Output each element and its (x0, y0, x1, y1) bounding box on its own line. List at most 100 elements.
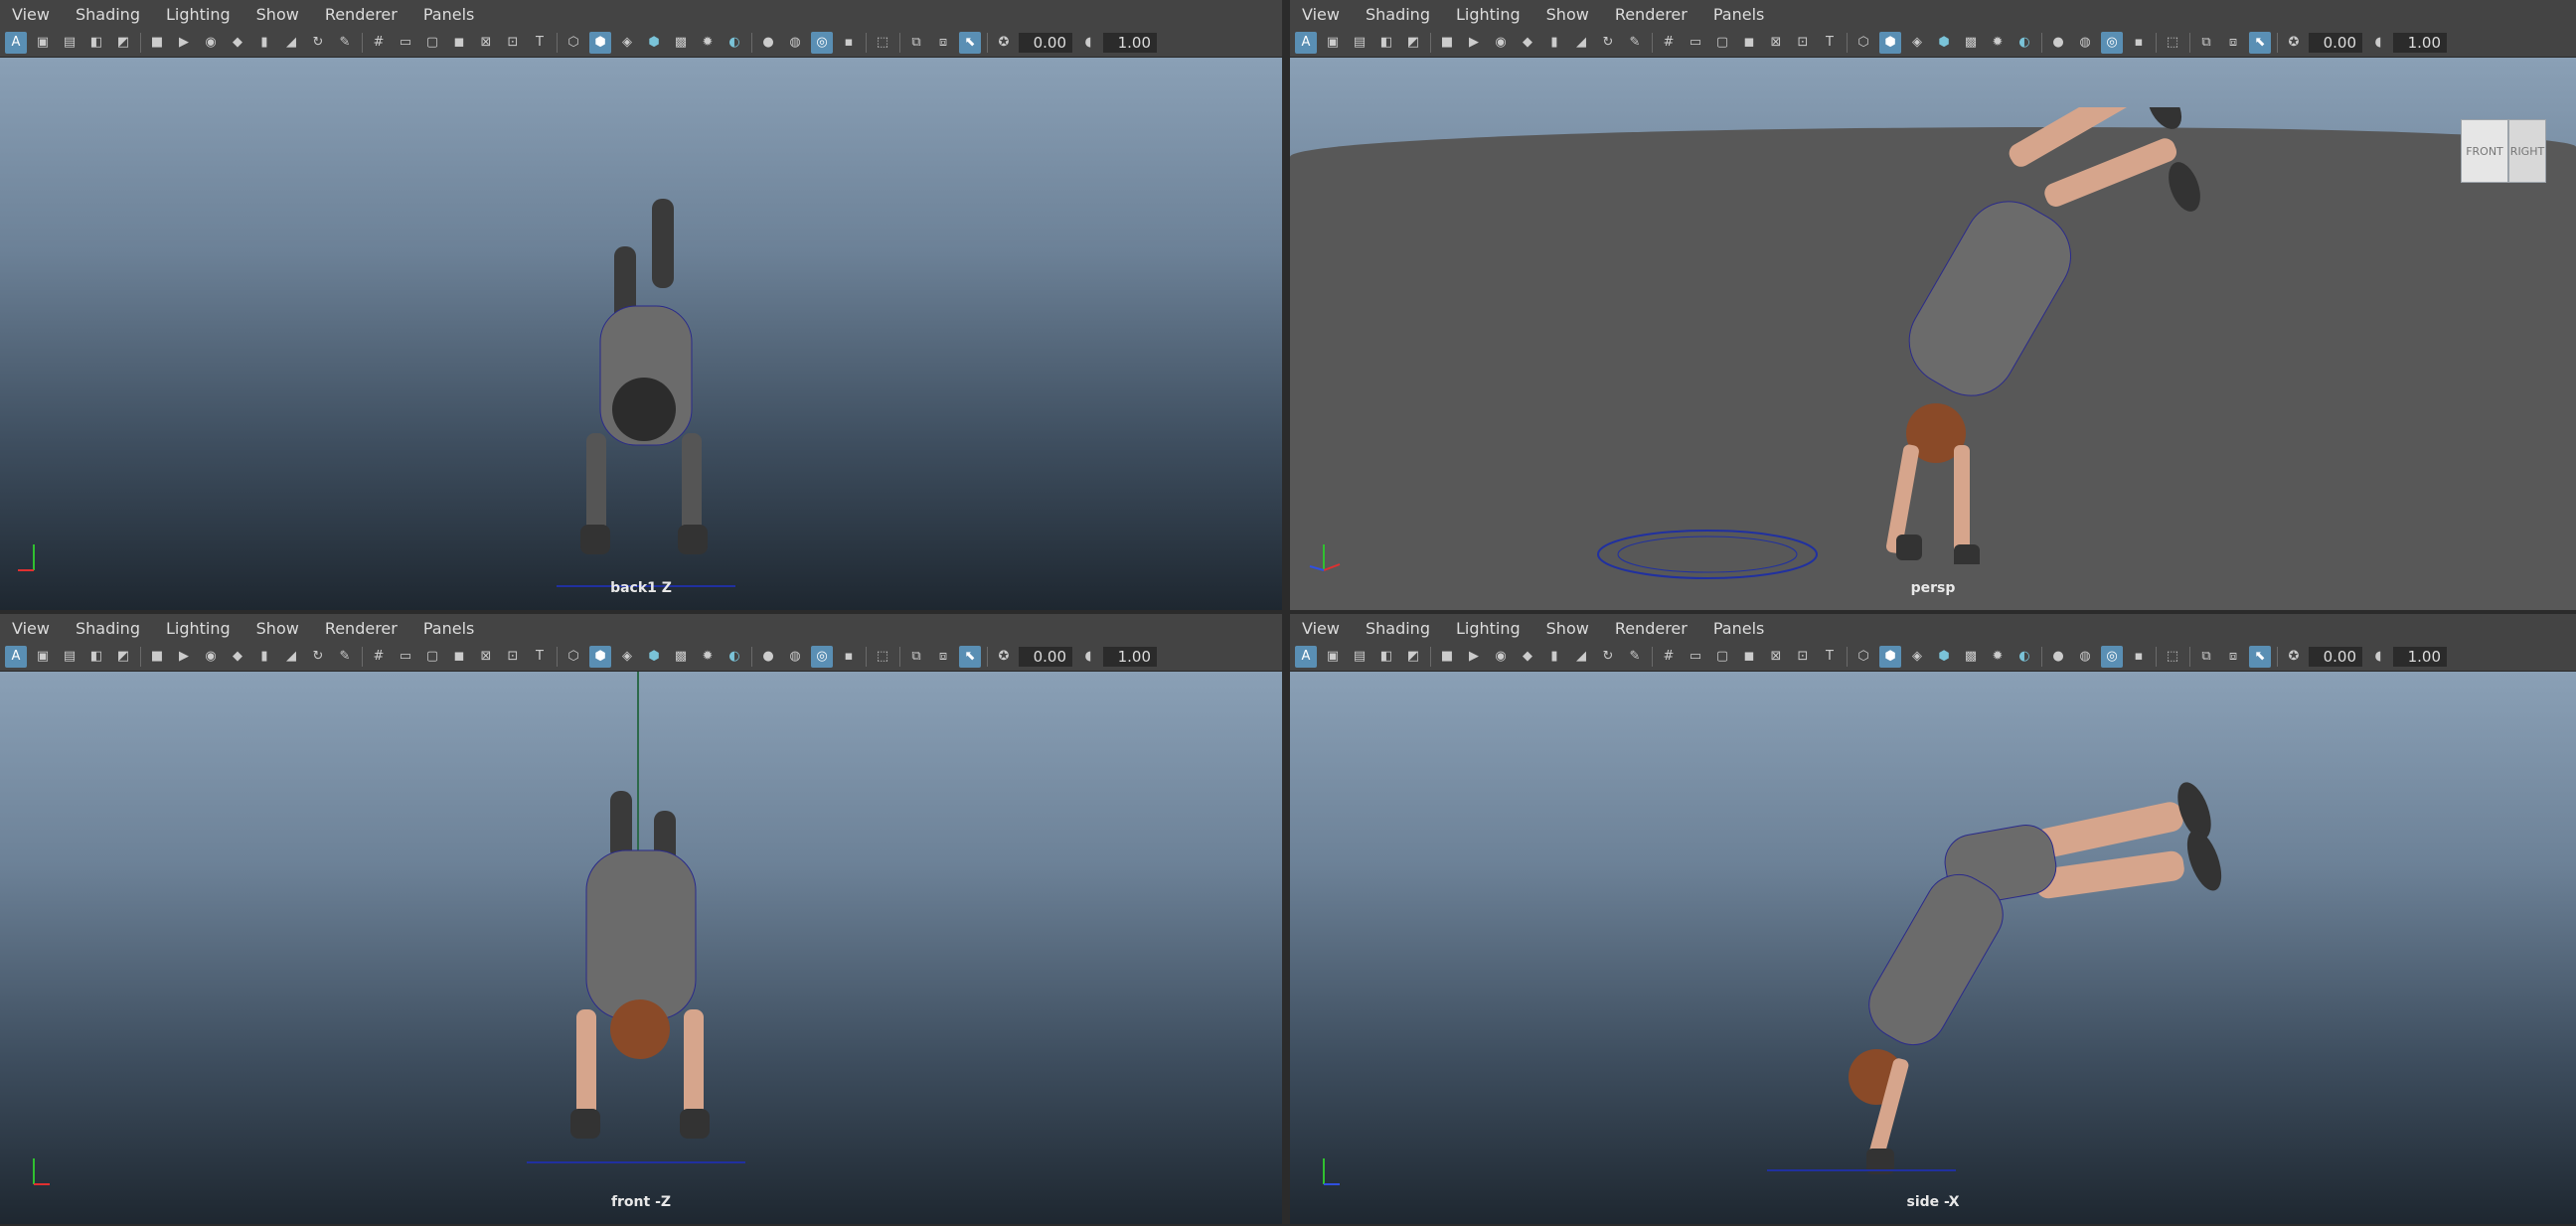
film-gate-icon[interactable]: ▭ (1685, 32, 1706, 54)
camera-icon[interactable]: ■ (146, 32, 168, 54)
gamma-icon[interactable]: ◖ (2367, 646, 2389, 668)
exposure-icon[interactable]: ✪ (2283, 32, 2305, 54)
light-icon[interactable]: ✹ (697, 32, 719, 54)
bookmark-icon[interactable]: ▤ (59, 646, 80, 668)
bookmark-icon[interactable]: ▤ (59, 32, 80, 54)
frame-icon[interactable]: ▣ (1322, 32, 1344, 54)
gamma-field[interactable]: 1.00 (1103, 646, 1157, 667)
exposure-field[interactable]: 0.00 (2309, 32, 2362, 53)
select-camera-icon[interactable]: A (1295, 645, 1317, 668)
bookmark-icon[interactable]: ▤ (1349, 646, 1370, 668)
isolate-icon[interactable]: ⬚ (2162, 32, 2183, 54)
menu-renderer[interactable]: Renderer (313, 619, 411, 638)
character-figure[interactable] (527, 672, 745, 1168)
menu-lighting[interactable]: Lighting (1444, 5, 1534, 24)
lock-camera-icon[interactable]: ◩ (112, 32, 134, 54)
safe-title-icon[interactable]: T (1819, 646, 1841, 668)
anti-alias-icon[interactable]: ◎ (2101, 31, 2123, 54)
grid-icon[interactable]: # (1658, 646, 1680, 668)
pencil-icon[interactable]: ✎ (334, 646, 356, 668)
xray-icon[interactable]: ▩ (670, 646, 692, 668)
camera-attributes-icon[interactable]: ▶ (173, 646, 195, 668)
gamma-field[interactable]: 1.00 (1103, 32, 1157, 53)
frame-icon[interactable]: ▣ (32, 32, 54, 54)
resolution-gate-icon[interactable]: ▢ (421, 646, 443, 668)
grease-pencil-icon[interactable]: ◆ (1517, 646, 1538, 668)
xray-icon[interactable]: ▩ (670, 32, 692, 54)
motion-blur-icon[interactable]: ◍ (784, 646, 806, 668)
xray-icon[interactable]: ▩ (1960, 32, 1982, 54)
exposure-field[interactable]: 0.00 (2309, 646, 2362, 667)
light-icon[interactable]: ✹ (1987, 32, 2009, 54)
isolate-icon[interactable]: ⬚ (872, 32, 893, 54)
2d-pan-icon[interactable]: ◉ (1490, 32, 1512, 54)
bookmark-flag-icon[interactable]: ▮ (253, 32, 275, 54)
resolution-gate-icon[interactable]: ▢ (421, 32, 443, 54)
2d-pan-icon[interactable]: ◉ (1490, 646, 1512, 668)
orbit-icon[interactable]: ↻ (307, 32, 329, 54)
shaded-cube-icon[interactable]: ⬢ (589, 645, 611, 668)
xray-joints-icon[interactable]: ⧉ (2195, 32, 2217, 54)
depth-of-field-icon[interactable]: ▪ (838, 646, 860, 668)
light-icon[interactable]: ✹ (1987, 646, 2009, 668)
wireframe-icon[interactable]: ⬡ (563, 646, 584, 668)
bookmark-flag-icon[interactable]: ▮ (1543, 646, 1565, 668)
bookmark-flag-icon[interactable]: ▮ (253, 646, 275, 668)
menu-lighting[interactable]: Lighting (154, 619, 244, 638)
safe-title-icon[interactable]: T (529, 646, 551, 668)
light-icon[interactable]: ✹ (697, 646, 719, 668)
select-camera-icon[interactable]: A (1295, 31, 1317, 54)
select-tool-icon[interactable]: ⬉ (2249, 31, 2271, 54)
xray-joints-icon[interactable]: ⧉ (2195, 646, 2217, 668)
screen-space-ao-icon[interactable]: ● (2047, 32, 2069, 54)
depth-of-field-icon[interactable]: ▪ (2128, 646, 2150, 668)
pencil-icon[interactable]: ✎ (334, 32, 356, 54)
safe-action-icon[interactable]: ⊡ (502, 32, 524, 54)
image-plane-icon[interactable]: ◧ (85, 32, 107, 54)
motion-blur-icon[interactable]: ◍ (2074, 646, 2096, 668)
orbit-icon[interactable]: ↻ (1597, 32, 1619, 54)
menu-renderer[interactable]: Renderer (313, 5, 411, 24)
motion-trail-icon[interactable]: ◢ (280, 646, 302, 668)
exposure-field[interactable]: 0.00 (1019, 646, 1072, 667)
gate-mask-icon[interactable]: ◼ (1738, 32, 1760, 54)
textured-icon[interactable]: ⬢ (643, 646, 665, 668)
wireframe-on-shaded-icon[interactable]: ◈ (1906, 32, 1928, 54)
safe-title-icon[interactable]: T (1819, 32, 1841, 54)
menu-renderer[interactable]: Renderer (1603, 619, 1701, 638)
view-cube-right-face[interactable]: RIGHT (2508, 119, 2546, 183)
shaded-cube-icon[interactable]: ⬢ (589, 31, 611, 54)
menu-panels[interactable]: Panels (411, 619, 489, 638)
menu-shading[interactable]: Shading (1354, 5, 1444, 24)
select-tool-icon[interactable]: ⬉ (959, 645, 981, 668)
anti-alias-icon[interactable]: ◎ (2101, 645, 2123, 668)
character-figure[interactable] (557, 187, 735, 604)
camera-attributes-icon[interactable]: ▶ (173, 32, 195, 54)
xray-active-icon[interactable]: ⧈ (932, 32, 954, 54)
viewport-canvas[interactable]: FRONT RIGHT persp (1290, 58, 2576, 610)
shaded-cube-icon[interactable]: ⬢ (1879, 31, 1901, 54)
menu-show[interactable]: Show (244, 5, 313, 24)
viewport-canvas[interactable]: side -X (1290, 672, 2576, 1224)
select-camera-icon[interactable]: A (5, 31, 27, 54)
xray-active-icon[interactable]: ⧈ (932, 646, 954, 668)
depth-of-field-icon[interactable]: ▪ (2128, 32, 2150, 54)
menu-view[interactable]: View (0, 5, 64, 24)
camera-icon[interactable]: ■ (146, 646, 168, 668)
gamma-field[interactable]: 1.00 (2393, 646, 2447, 667)
xray-active-icon[interactable]: ⧈ (2222, 32, 2244, 54)
bookmark-icon[interactable]: ▤ (1349, 32, 1370, 54)
lock-camera-icon[interactable]: ◩ (112, 646, 134, 668)
camera-attributes-icon[interactable]: ▶ (1463, 32, 1485, 54)
textured-icon[interactable]: ⬢ (643, 32, 665, 54)
wireframe-on-shaded-icon[interactable]: ◈ (1906, 646, 1928, 668)
field-chart-icon[interactable]: ⊠ (475, 646, 497, 668)
xray-joints-icon[interactable]: ⧉ (905, 646, 927, 668)
exposure-icon[interactable]: ✪ (2283, 646, 2305, 668)
grease-pencil-icon[interactable]: ◆ (227, 646, 248, 668)
motion-trail-icon[interactable]: ◢ (1570, 32, 1592, 54)
pencil-icon[interactable]: ✎ (1624, 646, 1646, 668)
select-tool-icon[interactable]: ⬉ (959, 31, 981, 54)
field-chart-icon[interactable]: ⊠ (1765, 32, 1787, 54)
view-cube-front-face[interactable]: FRONT (2461, 119, 2508, 183)
